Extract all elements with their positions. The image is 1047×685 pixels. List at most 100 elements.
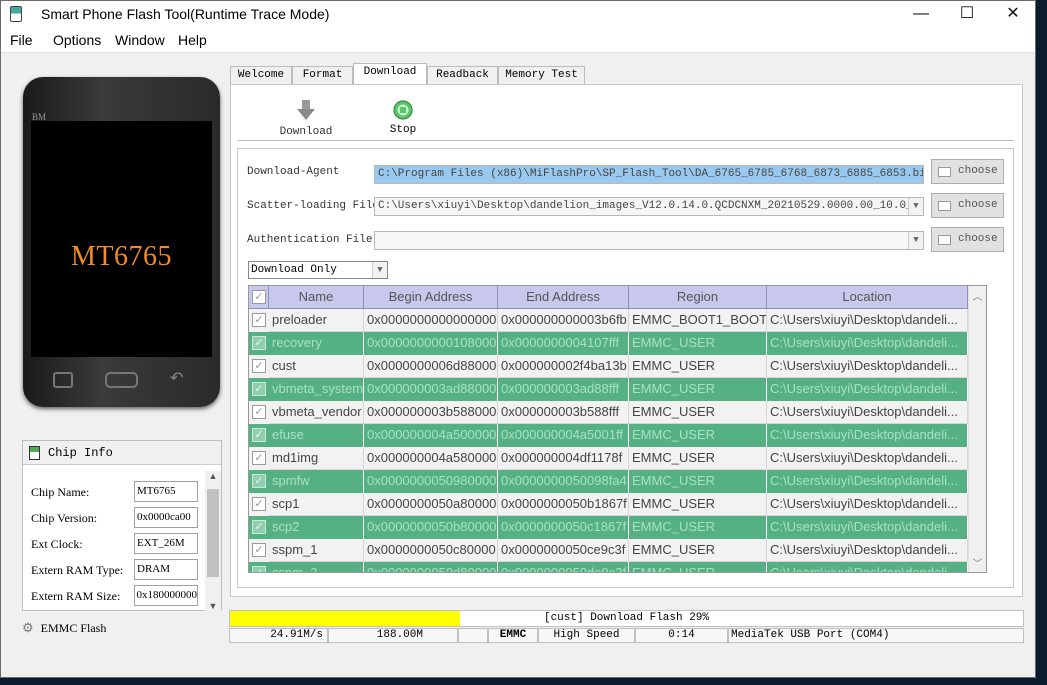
tab-readback[interactable]: Readback [427, 66, 498, 85]
tab-welcome[interactable]: Welcome [230, 66, 292, 85]
menu-help[interactable]: Help [178, 32, 207, 48]
cell-end-address: 0x000000003ad88fff [498, 378, 629, 401]
row-checkbox[interactable]: ✓ [252, 336, 266, 350]
usb-port: MediaTek USB Port (COM4) [728, 628, 1024, 643]
row-checkbox[interactable]: ✓ [252, 520, 266, 534]
table-row[interactable]: ✓ md1img 0x000000004a580000 0x000000004df11… [249, 447, 968, 470]
cell-begin-address: 0x0000000000108000 [364, 332, 498, 355]
row-checkbox[interactable]: ✓ [252, 313, 266, 327]
download-agent-value: C:\Program Files (x86)\MiFlashPro\SP_Fla… [378, 168, 924, 180]
ext-clock-field[interactable]: EXT_26M [134, 533, 198, 554]
partition-table-scrollbar[interactable]: ︿ ﹀ [968, 286, 986, 572]
row-checkbox[interactable]: ✓ [252, 382, 266, 396]
chevron-down-icon[interactable]: ▼ [372, 262, 387, 278]
header-location[interactable]: Location [767, 286, 968, 309]
choose-scatter-file-button[interactable]: choose [931, 193, 1004, 218]
table-row[interactable]: ✓ vbmeta_system 0x000000003ad88000 0x000000… [249, 378, 968, 401]
cell-begin-address: 0x0000000006d88000 [364, 355, 498, 378]
cell-name: sspm_1 [269, 539, 364, 562]
header-name[interactable]: Name [269, 286, 364, 309]
table-row[interactable]: ✓ recovery 0x0000000000108000 0x00000000041… [249, 332, 968, 355]
row-checkbox[interactable]: ✓ [252, 451, 266, 465]
table-row[interactable]: ✓ scp2 0x0000000050b80000 0x0000000050c1867… [249, 516, 968, 539]
header-end-address[interactable]: End Address [498, 286, 629, 309]
menu-file[interactable]: File [10, 32, 33, 48]
tab-memory-test[interactable]: Memory Test [498, 66, 585, 85]
cell-name: preloader [269, 309, 364, 332]
chip-version-field[interactable]: 0x0000ca00 [134, 507, 198, 528]
choose-download-agent-button[interactable]: choose [931, 159, 1004, 184]
stop-button[interactable]: Stop [371, 100, 435, 136]
cell-location: C:\Users\xiuyi\Desktop\dandeli... [767, 493, 968, 516]
table-row[interactable]: ✓ sspm_1 0x0000000050c80000 0x0000000050ce9… [249, 539, 968, 562]
scatter-file-field[interactable]: C:\Users\xiuyi\Desktop\dandelion_images_… [374, 197, 924, 216]
select-all-checkbox[interactable]: ✓ [252, 290, 266, 304]
cell-end-address: 0x000000004a5001ff [498, 424, 629, 447]
ram-size-field[interactable]: 0x180000000 [134, 585, 198, 606]
cell-region: EMMC_USER [629, 401, 767, 424]
phone-screen: MT6765 [31, 121, 212, 357]
cell-begin-address: 0x000000004a500000 [364, 424, 498, 447]
cell-end-address: 0x0000000050c1867f [498, 516, 629, 539]
select-all-header[interactable]: ✓ [249, 286, 269, 309]
table-row[interactable]: ✓ sspm_2 0x0000000050d80000 0x0000000050de9… [249, 562, 968, 572]
scroll-up-icon[interactable]: ︿ [969, 288, 986, 303]
table-row[interactable]: ✓ efuse 0x000000004a500000 0x000000004a5001… [249, 424, 968, 447]
speed-readout: 24.91M/s [229, 628, 328, 643]
status-empty-cell [458, 628, 488, 643]
cell-region: EMMC_USER [629, 516, 767, 539]
row-checkbox[interactable]: ✓ [252, 428, 266, 442]
download-agent-field[interactable]: C:\Program Files (x86)\MiFlashPro\SP_Fla… [374, 165, 924, 184]
cell-end-address: 0x000000000003b6fb [498, 309, 629, 332]
row-checkbox[interactable]: ✓ [252, 474, 266, 488]
cell-begin-address: 0x0000000000000000 [364, 309, 498, 332]
maximize-button[interactable]: ☐ [944, 1, 990, 28]
table-row[interactable]: ✓ cust 0x0000000006d88000 0x000000002f4ba13… [249, 355, 968, 378]
cell-region: EMMC_USER [629, 493, 767, 516]
minimize-button[interactable]: — [898, 1, 944, 28]
download-button[interactable]: Download [271, 100, 341, 138]
cell-region: EMMC_USER [629, 470, 767, 493]
close-button[interactable]: ✕ [990, 1, 1036, 28]
row-checkbox[interactable]: ✓ [252, 543, 266, 557]
row-checkbox[interactable]: ✓ [252, 359, 266, 373]
chip-name-label: Chip Name: [31, 485, 90, 499]
cell-end-address: 0x0000000004107fff [498, 332, 629, 355]
cell-location: C:\Users\xiuyi\Desktop\dandeli... [767, 309, 968, 332]
table-row[interactable]: ✓ spmfw 0x0000000050980000 0x0000000050098f… [249, 470, 968, 493]
table-row[interactable]: ✓ vbmeta_vendor 0x000000003b588000 0x000000… [249, 401, 968, 424]
stop-icon [393, 100, 413, 120]
cell-name: vbmeta_vendor [269, 401, 364, 424]
cell-name: spmfw [269, 470, 364, 493]
header-region[interactable]: Region [629, 286, 767, 309]
tab-download[interactable]: Download [353, 63, 427, 85]
cell-name: cust [269, 355, 364, 378]
download-mode-value: Download Only [251, 264, 337, 276]
download-mode-select[interactable]: Download Only ▼ [248, 261, 388, 279]
table-row[interactable]: ✓ preloader 0x0000000000000000 0x0000000000… [249, 309, 968, 332]
choose-auth-file-button[interactable]: choose [931, 227, 1004, 252]
ram-type-field[interactable]: DRAM [134, 559, 198, 580]
choose-label: choose [958, 199, 998, 211]
header-begin-address[interactable]: Begin Address [364, 286, 498, 309]
menu-window[interactable]: Window [115, 32, 165, 48]
chip-name-field[interactable]: MT6765 [134, 481, 198, 502]
tab-format[interactable]: Format [292, 66, 353, 85]
row-checkbox[interactable]: ✓ [252, 405, 266, 419]
auth-file-field[interactable]: ▼ [374, 231, 924, 250]
chip-info-scroll-thumb[interactable] [207, 489, 219, 577]
back-icon: ↶ [170, 370, 184, 387]
chevron-down-icon[interactable]: ▼ [908, 232, 923, 249]
row-checkbox[interactable]: ✓ [252, 497, 266, 511]
scatter-file-label: Scatter-loading File [247, 200, 380, 212]
scroll-down-icon[interactable]: ﹀ [969, 555, 986, 570]
row-checkbox[interactable]: ✓ [252, 566, 266, 572]
cell-location: C:\Users\xiuyi\Desktop\dandeli... [767, 378, 968, 401]
chevron-down-icon[interactable]: ▼ [908, 198, 923, 215]
chip-info-panel: Chip Info Chip Name: MT6765 Chip Version… [22, 440, 222, 611]
phone-chip-label: MT6765 [71, 241, 172, 272]
table-row[interactable]: ✓ scp1 0x0000000050a80000 0x0000000050b1867… [249, 493, 968, 516]
menu-options[interactable]: Options [53, 32, 101, 48]
chip-info-scrollbar[interactable]: ▲ ▼ [205, 471, 221, 611]
storage-type: EMMC [488, 628, 538, 643]
